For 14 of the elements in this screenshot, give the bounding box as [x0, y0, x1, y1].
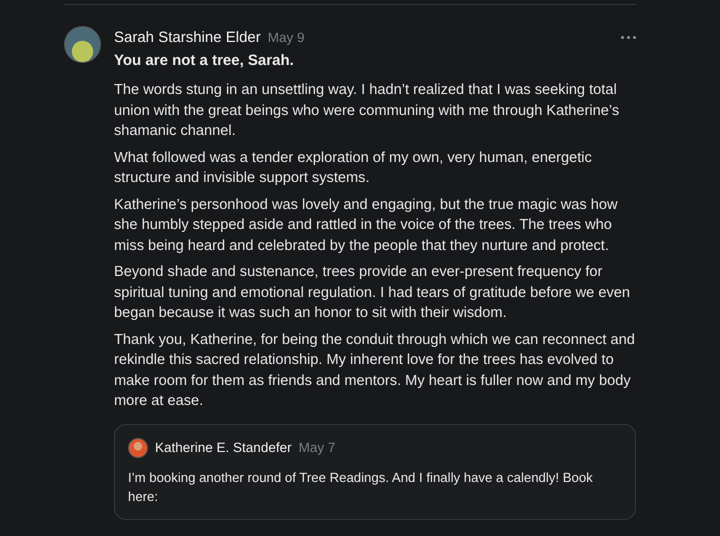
comment-heading: You are not a tree, Sarah.	[114, 52, 295, 69]
author-name[interactable]: Sarah Starshine Elder	[114, 29, 261, 46]
comment-paragraph: The words stung in an unsettling way. I hadn’t realized that I was seeking total union with the great beings who were communing with me through Katherine’s shamanic channel.	[114, 81, 620, 141]
author-name[interactable]: Katherine E. Standefer	[155, 440, 292, 455]
comment-date[interactable]: May 9	[268, 30, 305, 45]
comment-paragraph: What followed was a tender exploration of my own, very human, energetic structure and invisible support systems.	[114, 148, 593, 188]
avatar-photo-placeholder[interactable]	[128, 438, 148, 458]
avatar-photo-placeholder[interactable]	[64, 26, 101, 63]
more-options-icon[interactable]	[621, 36, 636, 39]
comment-paragraph: Thank you, Katherine, for being the conduit through which we can reconnect and rekindle this sacred relationship. My inherent love for the trees has evolved to make room for them as friends and mentors. My heart is fuller now and my body more at ease.	[114, 330, 636, 411]
comment-paragraph: Katherine’s personhood was lovely and engaging, but the true magic was how she humbly stepped aside and rattled in the voice of the trees. The trees who miss being heard and celebrated by the people that they nurture and protect.	[114, 196, 619, 256]
reply-text: I’m booking another round of Tree Readings. And I finally have a calendly! Book here:	[128, 468, 594, 506]
comment-paragraph: Beyond shade and sustenance, trees provide an ever-present frequency for spiritual tuning and emotional regulation. I had tears of gratitude before we even began because it was such an honor to sit with their wisdom.	[114, 263, 631, 323]
comment-date[interactable]: May 7	[298, 440, 336, 455]
